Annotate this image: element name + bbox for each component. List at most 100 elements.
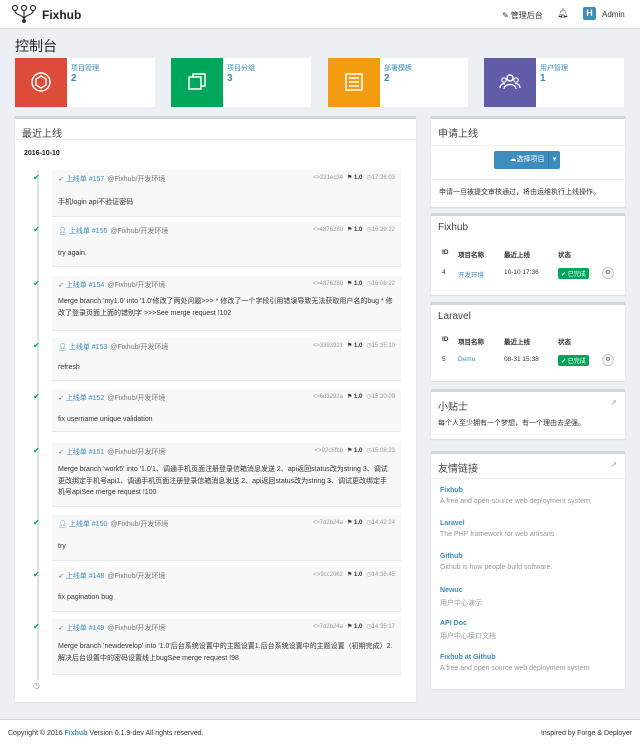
th-status: 状态 — [558, 339, 571, 346]
item-env: @Fixhub/开发环境 — [107, 449, 166, 456]
item-title[interactable]: 上线单 #153 — [69, 344, 108, 351]
item-commit[interactable]: 7d2b24a — [320, 520, 343, 526]
apply-note: 申请一旦被提交审核通过，将由运维执行上线操作。 — [439, 189, 600, 196]
item-title[interactable]: 上线单 #155 — [69, 228, 108, 235]
item-header[interactable]: ➶ 上线单 #157 @Fixhub/开发环境 — [58, 174, 165, 184]
item-meta: <>9cc2062 ⚑ 1.0 ◷14:36:45 — [313, 571, 395, 578]
item-meta: <>221ec34 ⚑ 1.0 ◷17:36:03 — [313, 174, 395, 181]
pin-icon[interactable]: ↗ — [610, 460, 617, 469]
status-badge: ✔ 已完成 — [558, 355, 589, 366]
link-github[interactable]: Github — [440, 553, 463, 560]
link-desc: 用户中心演示 — [440, 600, 482, 607]
item-version: ⚑ 1.0 — [347, 227, 363, 233]
avatar[interactable]: H — [583, 7, 596, 20]
th-last: 最近上线 — [504, 339, 530, 346]
th-name: 项目名称 — [458, 252, 484, 259]
paper-plane-icon: ➶ — [58, 573, 66, 580]
list-icon — [345, 73, 363, 91]
link-newuc[interactable]: Newuc — [440, 587, 463, 594]
link-desc: 用户中心接口文档 — [440, 633, 496, 640]
panel-title: Fixhub — [438, 222, 469, 233]
item-message: try — [58, 543, 66, 550]
item-message: Merge branch 'newdevelop' into '1.0'后台系统… — [58, 643, 393, 662]
admin-link[interactable]: ✎ 管理后台 — [502, 10, 543, 21]
row-name[interactable]: 开发环境 — [458, 269, 484, 279]
caret-down-icon[interactable]: ▾ — [548, 151, 560, 169]
item-meta: <>3393921 ⚑ 1.0 ◷15:35:10 — [313, 342, 395, 349]
item-header[interactable]: 👤︎ 上线单 #153 @Fixhub/开发环境 — [58, 342, 168, 352]
item-commit[interactable]: 221ec34 — [320, 175, 343, 181]
select-project-button[interactable]: ☁选择项目 ▾ — [494, 151, 560, 169]
item-header[interactable]: ➶ 上线单 #151 @Fixhub/开发环境 — [58, 447, 165, 457]
row-id: 5 — [442, 356, 446, 363]
panel-title: 申请上线 — [438, 129, 478, 140]
item-commit[interactable]: 9cc2062 — [320, 572, 343, 578]
brand-name[interactable]: Fixhub — [42, 8, 81, 22]
row-name[interactable]: Demo — [458, 356, 475, 363]
item-commit[interactable]: 3393921 — [320, 343, 343, 349]
link-api-doc[interactable]: API Doc — [440, 620, 467, 627]
item-commit[interactable]: 4876280 — [320, 281, 343, 287]
item-message: fix pagination bug — [58, 594, 113, 601]
check-icon: ✔ — [33, 392, 40, 401]
item-header[interactable]: 👤︎ 上线单 #150 @Fixhub/开发环境 — [58, 519, 168, 529]
footer-brand-link[interactable]: Fixhub — [65, 730, 88, 737]
item-commit[interactable]: 92c6fbb — [322, 448, 343, 454]
pin-icon[interactable]: ↗ — [610, 398, 617, 407]
fixhub-logo-icon[interactable] — [11, 4, 37, 24]
item-header[interactable]: ➶ 上线单 #154 @Fixhub/开发环境 — [58, 280, 165, 290]
timeline-line — [37, 170, 39, 680]
item-message: 手机login api不验证密码 — [58, 199, 134, 206]
stat-box-groups[interactable]: 项目分组 3 — [171, 58, 311, 107]
divider — [431, 478, 625, 479]
item-time: 17:36:03 — [371, 175, 395, 181]
link-fixhub[interactable]: Fixhub — [440, 487, 463, 494]
item-version: ⚑ 1.0 — [347, 520, 363, 526]
stat-box-projects[interactable]: 项目管理 2 — [15, 58, 155, 107]
item-time: 16:06:22 — [371, 281, 395, 287]
bell-icon[interactable]: 🔔︎ — [557, 8, 568, 19]
footer-copyright: Copyright © 2016 Fixhub Version 0.1.9-de… — [8, 730, 204, 737]
item-title[interactable]: 上线单 #149 — [66, 625, 105, 632]
timeline-item: ➶ 上线单 #157 @Fixhub/开发环境 <>221ec34 ⚑ 1.0 ◷17… — [52, 170, 401, 217]
item-env: @Fixhub/开发环境 — [107, 625, 166, 632]
item-title[interactable]: 上线单 #151 — [66, 449, 105, 456]
footer-credit: Inspired by Forge & Deployer — [540, 730, 632, 737]
stat-box-templates[interactable]: 部署模板 2 — [328, 58, 468, 107]
th-last: 最近上线 — [504, 252, 530, 259]
link-fixhub-github[interactable]: Fixhub at Github — [440, 654, 496, 661]
item-title[interactable]: 上线单 #148 — [66, 573, 105, 580]
check-icon: ✔ — [33, 622, 40, 631]
item-time: 14:36:45 — [371, 572, 395, 578]
deploy-icon[interactable]: ⚙ — [602, 354, 614, 366]
link-laravel[interactable]: Laravel — [440, 520, 465, 527]
user-icon: 👤︎ — [58, 228, 69, 235]
timeline-item: 👤︎ 上线单 #150 @Fixhub/开发环境 <>7d2b24a ⚑ 1.0 ◷1… — [52, 515, 401, 561]
divider — [431, 179, 625, 180]
item-header[interactable]: ➶ 上线单 #149 @Fixhub/开发环境 — [58, 623, 165, 633]
row-id: 4 — [442, 269, 446, 276]
item-header[interactable]: ➶ 上线单 #148 @Fixhub/开发环境 — [58, 571, 165, 581]
item-title[interactable]: 上线单 #152 — [66, 395, 105, 402]
item-commit[interactable]: 7d2b24a — [320, 624, 343, 630]
user-name[interactable]: Admin — [602, 10, 625, 19]
item-version: ⚑ 1.0 — [347, 175, 363, 181]
stat-value: 1 — [540, 73, 546, 84]
code-icon: <> — [312, 227, 320, 233]
check-icon: ✔ — [33, 279, 40, 288]
code-icon: <> — [312, 175, 320, 181]
item-title[interactable]: 上线单 #150 — [69, 521, 108, 528]
paper-plane-icon: ➶ — [58, 176, 66, 183]
item-commit[interactable]: 6d3292a — [320, 394, 343, 400]
deploy-icon[interactable]: ⚙ — [602, 267, 614, 279]
item-title[interactable]: 上线单 #154 — [66, 282, 105, 289]
item-commit[interactable]: 4876280 — [320, 227, 343, 233]
top-navbar: Fixhub ✎ 管理后台 🔔︎ H Admin — [0, 0, 640, 29]
item-meta: <>4876280 ⚑ 1.0 ◷16:06:22 — [313, 280, 395, 287]
item-version: ⚑ 1.0 — [347, 281, 363, 287]
item-header[interactable]: 👤︎ 上线单 #155 @Fixhub/开发环境 — [58, 226, 168, 236]
item-header[interactable]: ➶ 上线单 #152 @Fixhub/开发环境 — [58, 393, 165, 403]
item-title[interactable]: 上线单 #157 — [66, 176, 105, 183]
stat-label: 项目分组 — [227, 65, 255, 72]
stat-box-users[interactable]: 用户管理 1 — [484, 58, 624, 107]
